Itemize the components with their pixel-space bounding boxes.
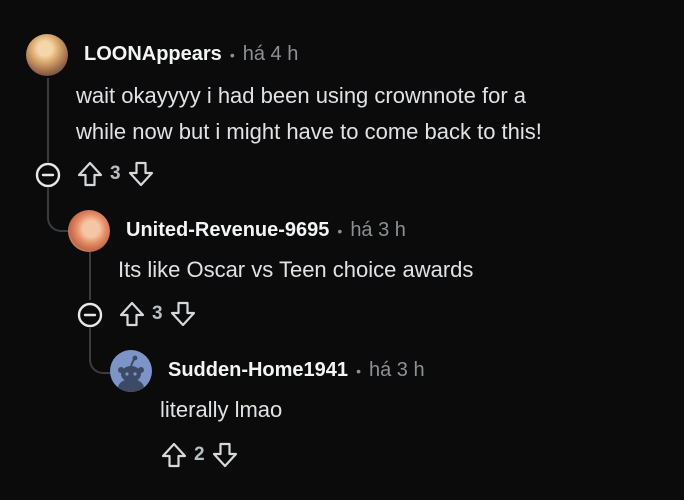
upvote-icon[interactable] — [160, 441, 188, 469]
avatar-united-revenue[interactable] — [68, 210, 110, 252]
comment-header-3: Sudden-Home1941 • há 3 h — [168, 359, 425, 382]
separator-dot: • — [337, 222, 343, 239]
comment-thread: LOONAppears • há 4 h wait okayyyy i had … — [0, 0, 684, 500]
avatar-sudden-home[interactable] — [110, 350, 152, 392]
upvote-icon[interactable] — [76, 160, 104, 188]
separator-dot: • — [229, 46, 235, 63]
downvote-icon[interactable] — [127, 160, 155, 188]
comment-body-1: wait okayyyy i had been using crownnote … — [76, 78, 542, 150]
timestamp: há 4 h — [242, 43, 299, 65]
vote-bar-1: 3 — [76, 160, 155, 188]
comment-body-line: while now but i might have to come back … — [76, 119, 542, 144]
comment-body-3: literally lmao — [160, 397, 283, 422]
vote-bar-2: 3 — [118, 300, 197, 328]
comment-header-2: United-Revenue-9695 • há 3 h — [126, 219, 406, 242]
comment-body-line: wait okayyyy i had been using crownnote … — [76, 83, 527, 108]
downvote-icon[interactable] — [211, 441, 239, 469]
thread-line-1 — [47, 78, 49, 162]
comment-header-1: LOONAppears • há 4 h — [84, 43, 298, 66]
thread-line-2 — [89, 252, 91, 300]
comment-body-2: Its like Oscar vs Teen choice awards — [118, 257, 474, 282]
vote-count: 3 — [110, 163, 121, 184]
username[interactable]: Sudden-Home1941 — [168, 359, 348, 382]
timestamp: há 3 h — [350, 219, 406, 241]
vote-bar-3: 2 — [160, 441, 239, 469]
separator-dot: • — [356, 362, 361, 379]
timestamp: há 3 h — [368, 359, 425, 381]
vote-count: 2 — [194, 444, 205, 465]
snoo-avatar-icon — [118, 355, 144, 392]
avatar-loonappears[interactable] — [26, 34, 68, 76]
downvote-icon[interactable] — [169, 300, 197, 328]
collapse-icon[interactable] — [35, 162, 61, 188]
username[interactable]: United-Revenue-9695 — [126, 219, 329, 242]
vote-count: 3 — [152, 303, 163, 324]
collapse-icon[interactable] — [77, 302, 103, 328]
username[interactable]: LOONAppears — [84, 43, 222, 66]
upvote-icon[interactable] — [118, 300, 146, 328]
